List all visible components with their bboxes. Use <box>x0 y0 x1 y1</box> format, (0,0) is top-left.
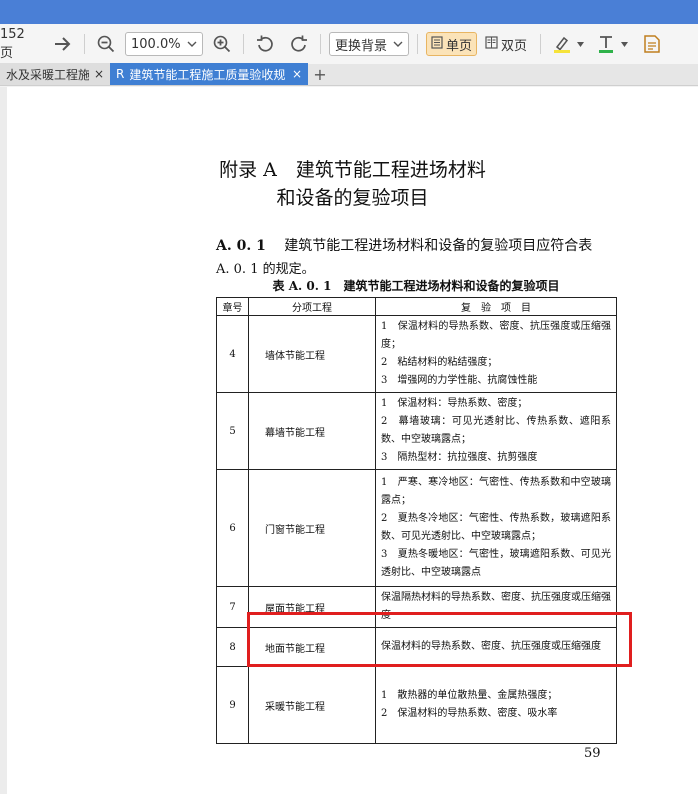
chevron-down-icon <box>187 37 197 52</box>
double-page-button[interactable]: 双页 <box>480 32 532 56</box>
close-icon[interactable]: × <box>292 67 302 81</box>
retest-item-line: 2 夏热冬冷地区：气密性、传热系数，玻璃遮阳系数、可见光透射比、中空玻璃露点； <box>381 513 611 542</box>
document-page: 附录 A 建筑节能工程进场材料 和设备的复验项目 A. 0. 1 建筑节能工程进… <box>7 87 698 794</box>
column-header-subitem: 分项工程 <box>248 297 376 316</box>
sub-project-name: 幕墙节能工程 <box>248 392 376 470</box>
pdf-file-icon: R <box>116 67 125 81</box>
retest-item-line: 2 幕墙玻璃：可见光透射比、传热系数、遮阳系数、中空玻璃露点； <box>381 416 611 445</box>
single-page-icon <box>431 35 443 53</box>
table-row: 5 幕墙节能工程 1 保温材料：导热系数、密度； 2 幕墙玻璃：可见光透射比、传热系数… <box>216 392 617 470</box>
retest-item-line: 3 增强网的力学性能、抗腐蚀性能 <box>381 375 538 386</box>
chapter-number: 5 <box>216 392 249 470</box>
page-number: 59 <box>584 746 601 761</box>
toolbar-separator <box>320 34 321 54</box>
zoom-out-icon[interactable] <box>93 31 119 57</box>
chapter-number: 4 <box>216 315 249 393</box>
zoom-in-icon[interactable] <box>209 31 235 57</box>
rotate-right-icon[interactable] <box>286 31 312 57</box>
toolbar: 152页 100.0% 更换背景 单页 双页 <box>0 24 698 64</box>
chapter-number: 6 <box>216 469 249 587</box>
table-header-row: 章号 分项工程 复 验 项 目 <box>216 297 617 316</box>
chapter-number: 9 <box>216 666 249 744</box>
toolbar-separator <box>84 34 85 54</box>
tab-bar: 水及采暖工程施工 × R 建筑节能工程施工质量验收规 × + <box>0 63 698 86</box>
retest-items-table: 章号 分项工程 复 验 项 目 4 墙体节能工程 1 保温材料的导热系数、密度、抗压… <box>216 297 617 744</box>
tab-document-1[interactable]: 水及采暖工程施工 × <box>0 63 110 85</box>
chevron-down-icon <box>393 37 403 52</box>
retest-item-line: 1 严寒、寒冷地区：气密性、传热系数和中空玻璃露点； <box>381 477 611 506</box>
tab-title: 水及采暖工程施工 <box>6 67 89 82</box>
single-page-label: 单页 <box>446 38 473 54</box>
text-color-icon[interactable] <box>593 31 619 57</box>
table-row: 4 墙体节能工程 1 保温材料的导热系数、密度、抗压强度或压缩强度； 2 粘结材料的粘… <box>216 315 617 393</box>
sub-project-name: 墙体节能工程 <box>248 315 376 393</box>
clause-line-1: A. 0. 1 建筑节能工程进场材料和设备的复验项目应符合表 <box>216 235 592 255</box>
table-row: 6 门窗节能工程 1 严寒、寒冷地区：气密性、传热系数和中空玻璃露点； 2 夏热冬冷地… <box>216 469 617 587</box>
document-viewer[interactable]: 附录 A 建筑节能工程进场材料 和设备的复验项目 A. 0. 1 建筑节能工程进… <box>0 87 698 794</box>
tab-title: 建筑节能工程施工质量验收规 <box>129 67 286 82</box>
clause-number: A. 0. 1 <box>216 238 266 254</box>
clause-text: 建筑节能工程进场材料和设备的复验项目应符合表 <box>284 238 593 254</box>
chevron-down-icon[interactable] <box>619 31 629 57</box>
note-icon[interactable] <box>639 31 665 57</box>
chevron-down-icon[interactable] <box>575 31 585 57</box>
appendix-title-line-2: 和设备的复验项目 <box>276 187 429 209</box>
retest-item-line: 2 粘结材料的粘结强度； <box>381 357 498 368</box>
retest-items-cell: 1 散热器的单位散热量、金属热强度； 2 保温材料的导热系数、密度、吸水率 <box>375 666 617 744</box>
chapter-number: 7 <box>216 586 249 628</box>
toolbar-separator <box>540 34 542 54</box>
zoom-value: 100.0% <box>131 36 181 52</box>
double-page-label: 双页 <box>501 38 528 54</box>
zoom-select[interactable]: 100.0% <box>125 32 203 56</box>
sub-project-name: 采暖节能工程 <box>248 666 376 744</box>
table-row: 9 采暖节能工程 1 散热器的单位散热量、金属热强度； 2 保温材料的导热系数、密度、… <box>216 666 617 744</box>
retest-items-cell: 1 保温材料的导热系数、密度、抗压强度或压缩强度； 2 粘结材料的粘结强度； 3 增… <box>375 315 617 393</box>
retest-item-line: 2 保温材料的导热系数、密度、吸水率 <box>381 708 558 719</box>
retest-items-cell: 1 保温材料：导热系数、密度； 2 幕墙玻璃：可见光透射比、传热系数、遮阳系数、中… <box>375 392 617 470</box>
page-count: 152页 <box>0 27 25 61</box>
retest-item-line: 1 保温材料：导热系数、密度； <box>381 398 528 409</box>
close-icon[interactable]: × <box>94 67 104 81</box>
highlighter-icon[interactable] <box>549 31 575 57</box>
clause-line-2: A. 0. 1 的规定。 <box>216 262 315 277</box>
next-page-icon[interactable] <box>50 31 76 57</box>
toolbar-separator <box>417 34 419 54</box>
window-title-bar <box>0 0 698 24</box>
sub-project-name: 门窗节能工程 <box>248 469 376 587</box>
change-background-label: 更换背景 <box>335 38 388 54</box>
tab-document-2[interactable]: R 建筑节能工程施工质量验收规 × <box>110 63 308 85</box>
column-header-retest: 复 验 项 目 <box>375 297 617 316</box>
appendix-title: 附录 A 建筑节能工程进场材料 <box>219 159 486 181</box>
toolbar-separator <box>243 34 244 54</box>
retest-item-line: 3 隔热型材：抗拉强度、抗剪强度 <box>381 452 538 463</box>
change-background-button[interactable]: 更换背景 <box>329 32 410 56</box>
rotate-left-icon[interactable] <box>252 31 278 57</box>
double-page-icon <box>485 35 498 53</box>
retest-item-line: 1 保温材料的导热系数、密度、抗压强度或压缩强度； <box>381 321 611 350</box>
column-header-chapter: 章号 <box>216 297 249 316</box>
red-highlight-box <box>247 612 632 667</box>
retest-item-line: 3 夏热冬暖地区：气密性，玻璃遮阳系数、可见光透射比、中空玻璃露点 <box>381 549 611 578</box>
retest-item-line: 1 散热器的单位散热量、金属热强度； <box>381 690 558 701</box>
new-tab-button[interactable]: + <box>308 63 332 85</box>
chapter-number: 8 <box>216 627 249 667</box>
retest-items-cell: 1 严寒、寒冷地区：气密性、传热系数和中空玻璃露点； 2 夏热冬冷地区：气密性、传… <box>375 469 617 587</box>
single-page-button[interactable]: 单页 <box>426 32 478 56</box>
table-caption: 表 A. 0. 1 建筑节能工程进场材料和设备的复验项目 <box>272 279 560 293</box>
